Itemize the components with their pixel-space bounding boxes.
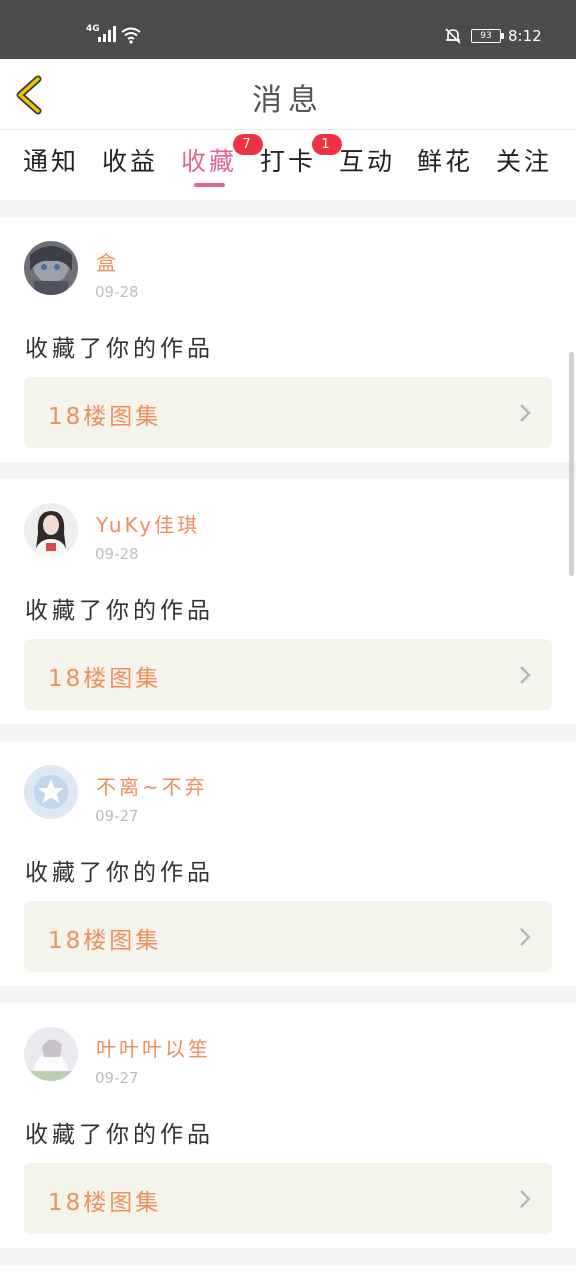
active-tab-indicator xyxy=(194,183,225,187)
list-item: 不离~不弃 09-27 收藏了你的作品 18楼图集 xyxy=(0,741,576,986)
tab-checkin[interactable]: 打卡 1 xyxy=(260,134,342,178)
tab-flowers[interactable]: 鲜花 xyxy=(417,142,473,178)
bell-mute-icon xyxy=(445,28,461,44)
avatar[interactable] xyxy=(24,1027,78,1081)
message-text: 收藏了你的作品 xyxy=(25,860,214,886)
work-title: 18楼图集 xyxy=(48,928,162,954)
tab-follow[interactable]: 关注 xyxy=(496,142,552,178)
chevron-right-icon xyxy=(520,666,531,684)
avatar[interactable] xyxy=(24,241,78,295)
tab-bar: 通知 收益 收藏 7 打卡 1 互动 鲜花 关注 xyxy=(0,130,576,200)
work-link[interactable]: 18楼图集 xyxy=(24,901,552,972)
battery-icon: 93 xyxy=(471,29,505,43)
page-title: 消息 xyxy=(252,83,324,118)
message-text: 收藏了你的作品 xyxy=(25,598,214,624)
list-item: 盒 09-28 收藏了你的作品 18楼图集 xyxy=(0,217,576,462)
tab-favorites-label: 收藏 xyxy=(181,147,238,176)
list-item: 叶叶叶以笙 09-27 收藏了你的作品 18楼图集 xyxy=(0,1003,576,1248)
username[interactable]: 盒 xyxy=(96,247,119,276)
tab-earnings[interactable]: 收益 xyxy=(102,142,158,178)
avatar[interactable] xyxy=(24,503,78,557)
message-list: 盒 09-28 收藏了你的作品 18楼图集 YuKy佳琪 09-28 收藏了你的… xyxy=(0,200,576,1265)
battery-level: 93 xyxy=(471,29,501,43)
work-title: 18楼图集 xyxy=(48,666,162,692)
avatar[interactable] xyxy=(24,765,78,819)
work-title: 18楼图集 xyxy=(48,1190,162,1216)
timestamp: 09-28 xyxy=(95,545,139,563)
tab-notice[interactable]: 通知 xyxy=(23,142,79,178)
header-bar: 消息 xyxy=(0,59,576,130)
work-link[interactable]: 18楼图集 xyxy=(24,639,552,710)
work-link[interactable]: 18楼图集 xyxy=(24,377,552,448)
status-bar: 4G 93 8:12 xyxy=(0,0,576,59)
timestamp: 09-27 xyxy=(95,807,139,825)
list-item: YuKy佳琪 09-28 收藏了你的作品 18楼图集 xyxy=(0,479,576,724)
timestamp: 09-27 xyxy=(95,1069,139,1087)
chevron-right-icon xyxy=(520,404,531,422)
scrollbar[interactable] xyxy=(569,352,574,576)
tab-checkin-badge: 1 xyxy=(312,134,342,155)
work-title: 18楼图集 xyxy=(48,404,162,430)
username[interactable]: 叶叶叶以笙 xyxy=(96,1033,211,1062)
username[interactable]: YuKy佳琪 xyxy=(96,509,200,538)
message-text: 收藏了你的作品 xyxy=(25,1122,214,1148)
tab-checkin-label: 打卡 xyxy=(260,147,317,176)
message-text: 收藏了你的作品 xyxy=(25,336,214,362)
signal-icon xyxy=(98,26,116,42)
username[interactable]: 不离~不弃 xyxy=(96,771,208,800)
work-link[interactable]: 18楼图集 xyxy=(24,1163,552,1234)
clock: 8:12 xyxy=(508,27,542,45)
tab-interaction[interactable]: 互动 xyxy=(339,142,395,178)
chevron-right-icon xyxy=(520,928,531,946)
timestamp: 09-28 xyxy=(95,283,139,301)
tab-favorites-badge: 7 xyxy=(233,134,263,155)
tab-favorites[interactable]: 收藏 7 xyxy=(181,134,263,178)
chevron-right-icon xyxy=(520,1190,531,1208)
wifi-icon xyxy=(121,27,141,44)
